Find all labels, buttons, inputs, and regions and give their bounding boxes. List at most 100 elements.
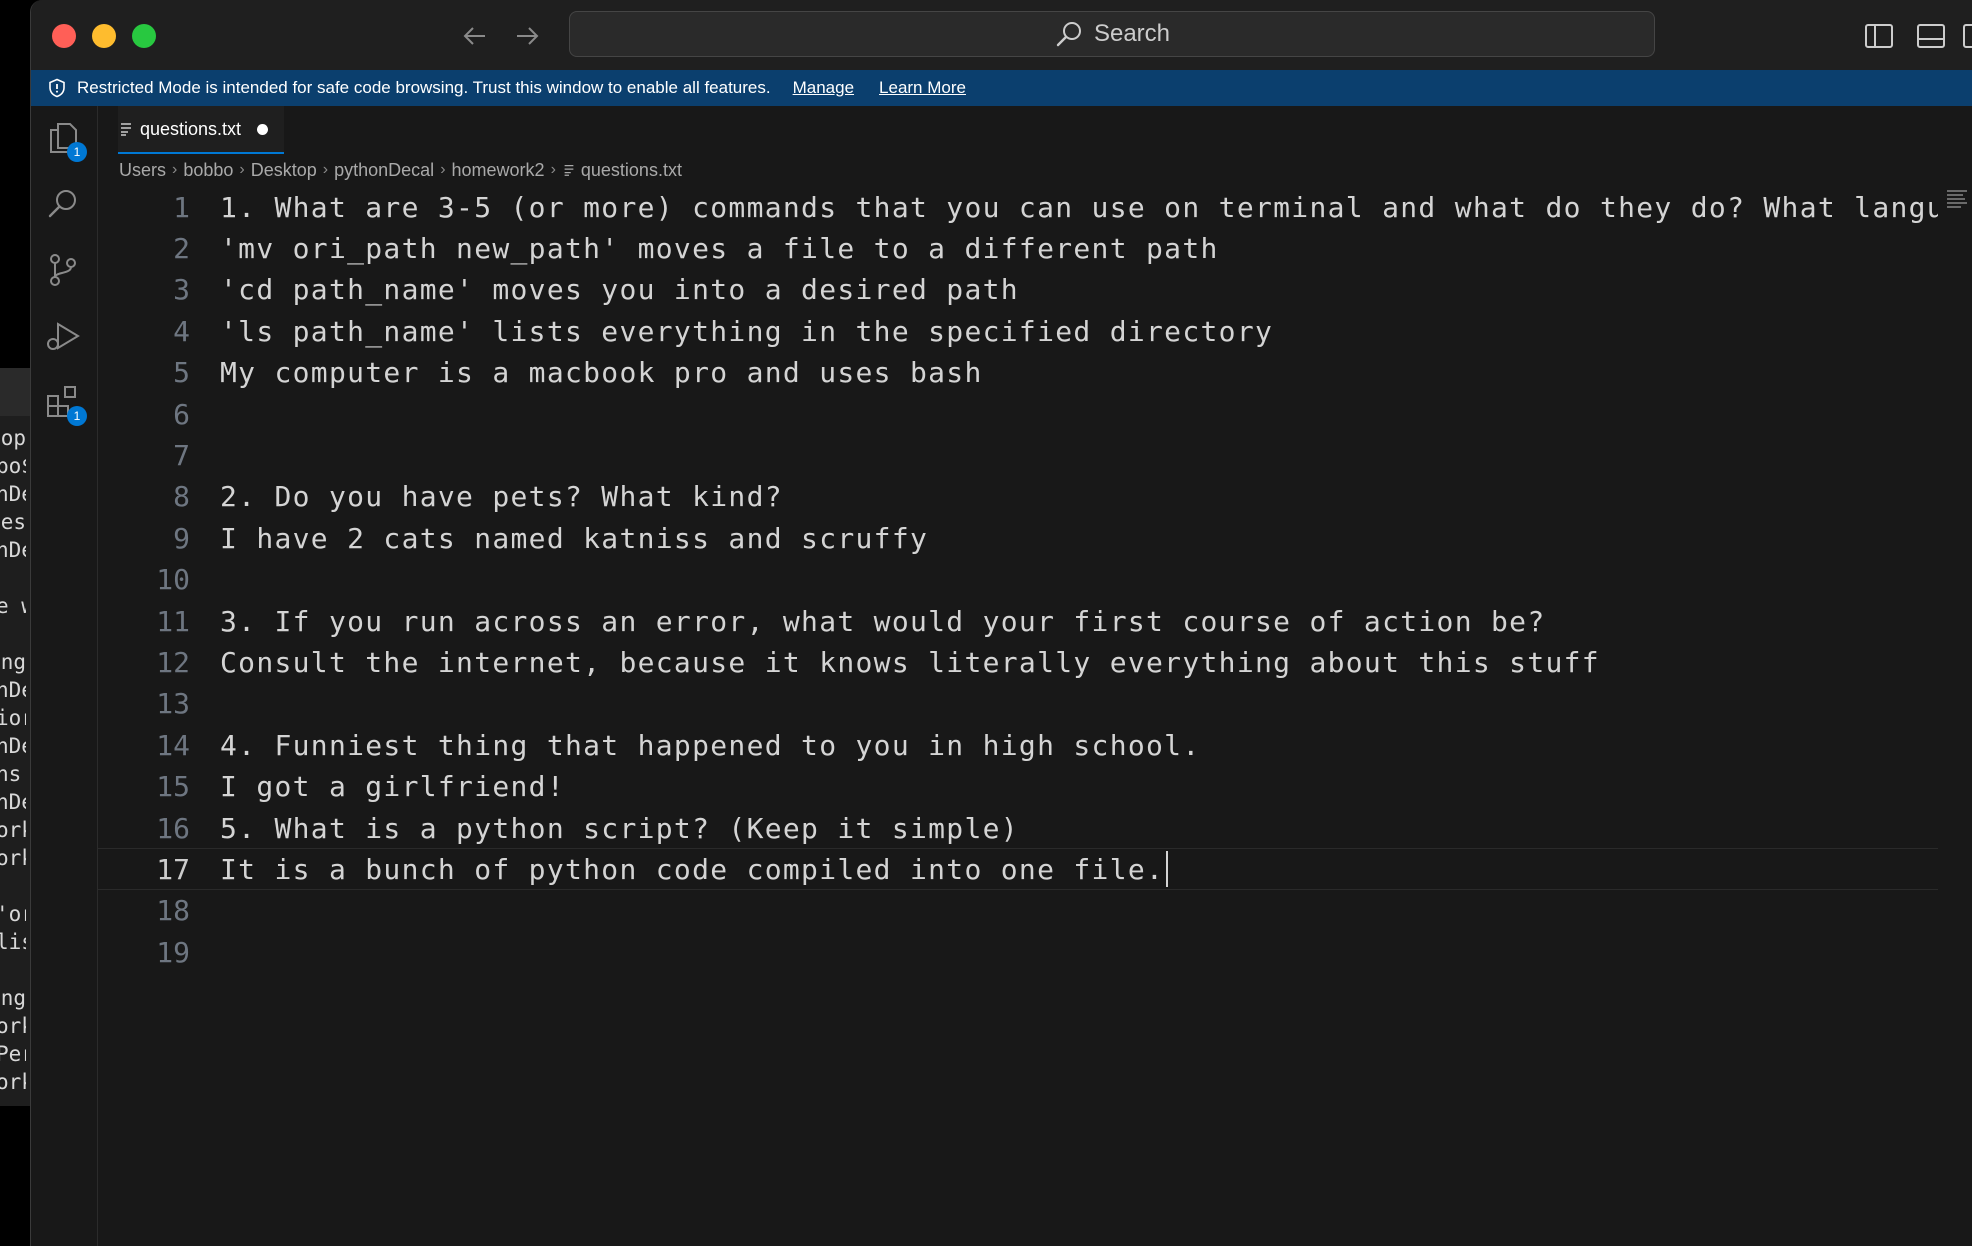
editor-line[interactable]: 18: [98, 890, 1938, 932]
line-text: 'cd path_name' moves you into a desired …: [220, 273, 1019, 307]
terminal-line: ng: [0, 986, 26, 1010]
editor-line[interactable]: 16 5. What is a python script? (Keep it s…: [98, 807, 1938, 849]
terminal-line: hDe: [0, 790, 26, 814]
editor-line[interactable]: 11 3. If you run across an error, what wo…: [98, 600, 1938, 642]
line-number: 9: [173, 521, 190, 555]
panel-layout-icon: [1917, 24, 1945, 48]
breadcrumb: Users › bobbo › Desktop › pythonDecal › …: [119, 156, 682, 184]
search-icon: [1056, 22, 1081, 47]
editor-line[interactable]: 7: [98, 434, 1938, 476]
terminal-line: lis: [0, 930, 26, 954]
editor-tab-bar: questions.txt: [98, 106, 1972, 154]
breadcrumb-users[interactable]: Users: [119, 160, 166, 181]
close-window-button[interactable]: [52, 24, 76, 48]
terminal-line: e w: [0, 594, 26, 618]
toggle-primary-sidebar-button[interactable]: [1863, 20, 1895, 52]
breadcrumb-file[interactable]: questions.txt: [581, 160, 682, 181]
terminal-line: ork: [0, 846, 26, 870]
line-number: 11: [156, 604, 190, 638]
line-number: 2: [173, 231, 190, 265]
terminal-line: bo$: [0, 454, 26, 478]
maximize-window-button[interactable]: [132, 24, 156, 48]
line-number: 18: [156, 894, 190, 928]
search-icon: [48, 190, 76, 218]
go-forward-button[interactable]: [511, 20, 543, 52]
editor-line[interactable]: 12 Consult the internet, because it knows…: [98, 641, 1938, 683]
editor-line[interactable]: 17 It is a bunch of python code compiled …: [98, 848, 1938, 891]
line-text: 1. What are 3-5 (or more) commands that …: [220, 190, 1938, 224]
search-view-button[interactable]: [43, 184, 83, 224]
line-number: 19: [156, 935, 190, 969]
restricted-mode-message: Restricted Mode is intended for safe cod…: [77, 78, 771, 97]
breadcrumb-pythondecal[interactable]: pythonDecal: [334, 160, 434, 181]
minimap[interactable]: [1945, 186, 1969, 226]
editor-line[interactable]: 2 'mv ori_path new_path' moves a file to …: [98, 227, 1938, 269]
editor-line[interactable]: 8 2. Do you have pets? What kind?: [98, 476, 1938, 518]
extensions-badge: 1: [67, 406, 87, 426]
title-bar: Search: [31, 0, 1972, 71]
terminal-titlebar: [0, 368, 32, 416]
line-number: 5: [173, 356, 190, 390]
terminal-line: hDe: [0, 538, 26, 562]
editor-line[interactable]: 13: [98, 683, 1938, 725]
editor-line[interactable]: 15 I got a girlfriend!: [98, 766, 1938, 808]
line-number: 7: [173, 438, 190, 472]
unsaved-changes-dot[interactable]: [257, 123, 269, 135]
toggle-panel-button[interactable]: [1915, 20, 1947, 52]
tab-questions-txt[interactable]: questions.txt: [118, 106, 285, 154]
line-number: 12: [156, 645, 190, 679]
go-back-button[interactable]: [459, 20, 491, 52]
editor-line[interactable]: 4 'ls path_name' lists everything in the …: [98, 310, 1938, 352]
arrow-right-icon: [517, 27, 539, 45]
source-control-button[interactable]: [43, 250, 83, 290]
editor-line[interactable]: 1 1. What are 3-5 (or more) commands that…: [98, 186, 1938, 228]
line-text: My computer is a macbook pro and uses ba…: [220, 356, 983, 390]
editor-line[interactable]: 3 'cd path_name' moves you into a desired…: [98, 269, 1938, 311]
terminal-line: hDe: [0, 678, 26, 702]
line-text: It is a bunch of python code compiled in…: [220, 852, 1165, 886]
toggle-secondary-sidebar-button[interactable]: [1961, 20, 1972, 52]
breadcrumb-desktop[interactable]: Desktop: [251, 160, 317, 181]
terminal-line: ork: [0, 1070, 26, 1094]
learn-more-link[interactable]: Learn More: [879, 78, 966, 98]
terminal-line: hDe: [0, 734, 26, 758]
breadcrumb-homework2[interactable]: homework2: [452, 160, 545, 181]
line-number: 16: [156, 811, 190, 845]
chevron-right-icon: ›: [239, 161, 245, 178]
line-text: 'ls path_name' lists everything in the s…: [220, 314, 1274, 348]
explorer-button[interactable]: 1: [43, 118, 87, 162]
editor-line[interactable]: 5 My computer is a macbook pro and uses b…: [98, 352, 1938, 394]
minimize-window-button[interactable]: [92, 24, 116, 48]
terminal-line: ior: [0, 706, 26, 730]
line-number: 6: [173, 397, 190, 431]
terminal-line: ork: [0, 818, 26, 842]
line-text: Consult the internet, because it knows l…: [220, 645, 1600, 679]
manage-link[interactable]: Manage: [793, 78, 854, 98]
editor-line[interactable]: 10: [98, 559, 1938, 601]
source-control-icon: [50, 254, 76, 286]
explorer-badge: 1: [67, 142, 87, 162]
editor-line[interactable]: 19: [98, 931, 1938, 973]
line-number: 13: [156, 687, 190, 721]
terminal-line: hDe: [0, 482, 26, 506]
run-and-debug-button[interactable]: [43, 316, 83, 356]
line-number: 8: [173, 480, 190, 514]
line-number: 17: [156, 852, 190, 886]
text-editor[interactable]: 1 1. What are 3-5 (or more) commands that…: [98, 186, 1938, 1246]
breadcrumb-bobbo[interactable]: bobbo: [183, 160, 233, 181]
extensions-button[interactable]: 1: [43, 382, 87, 426]
secondary-sidebar-layout-icon: [1963, 24, 1972, 48]
editor-line[interactable]: 14 4. Funniest thing that happened to you…: [98, 724, 1938, 766]
run-debug-icon: [47, 322, 80, 350]
line-number: 4: [173, 314, 190, 348]
editor-line[interactable]: 6: [98, 393, 1938, 435]
search-label: Search: [1093, 20, 1171, 47]
command-center-search[interactable]: Search: [569, 11, 1655, 57]
line-text: I got a girlfriend!: [220, 770, 565, 804]
editor-line[interactable]: 9 I have 2 cats named katniss and scruffy: [98, 517, 1938, 559]
line-number: 15: [156, 770, 190, 804]
